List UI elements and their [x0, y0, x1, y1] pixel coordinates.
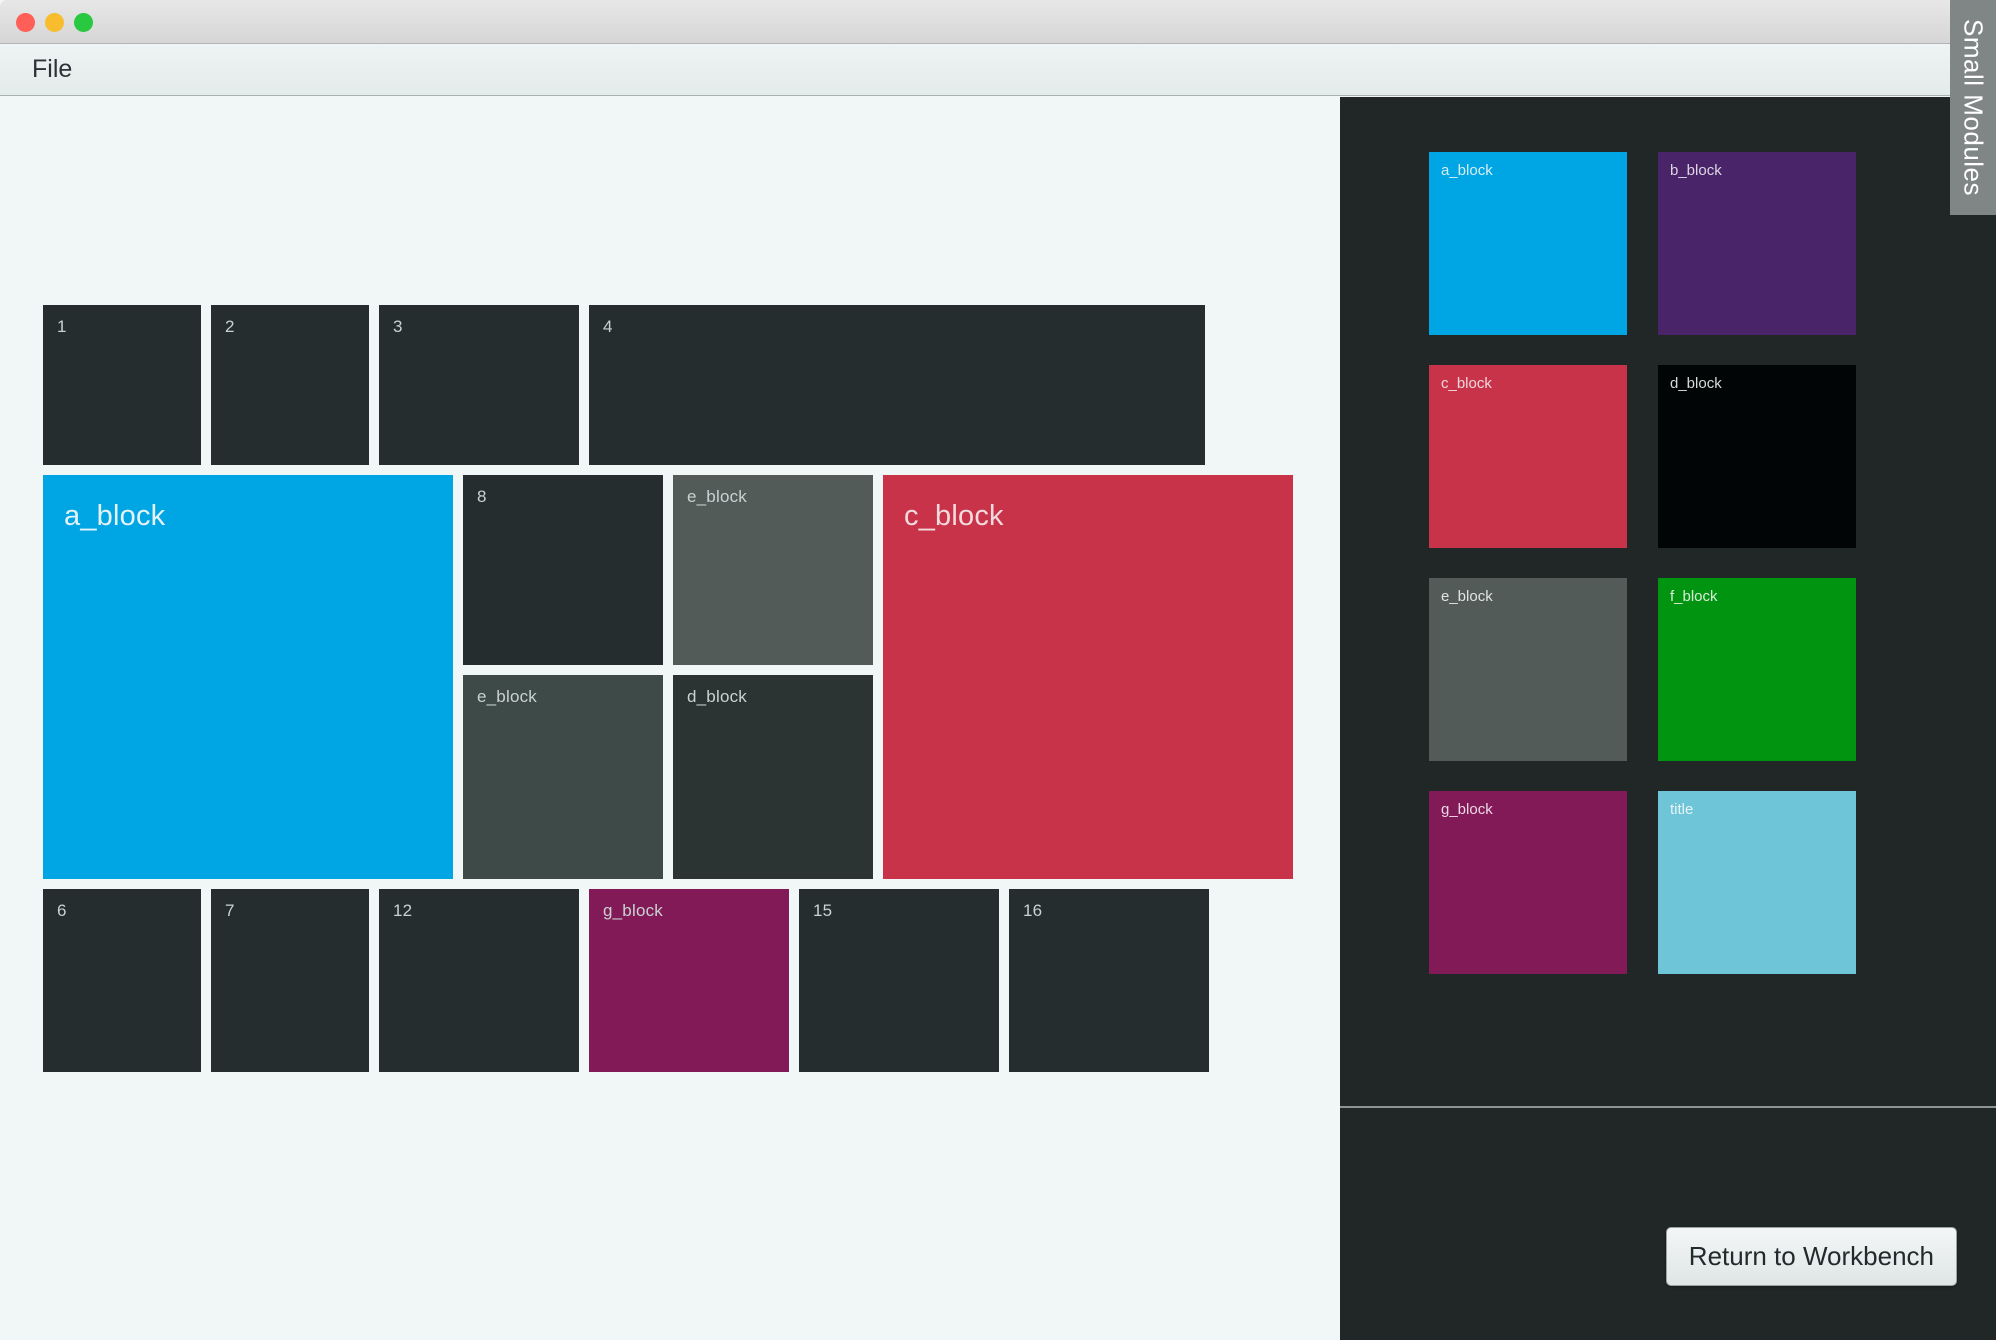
canvas-block-label: 8	[477, 487, 487, 506]
canvas-block-e_block[interactable]: e_block	[673, 475, 873, 665]
module-tile-label: c_block	[1441, 375, 1492, 392]
canvas-block-label: d_block	[687, 687, 747, 706]
module-tile-b_block[interactable]: b_block	[1658, 152, 1856, 335]
module-tile-f_block[interactable]: f_block	[1658, 578, 1856, 761]
canvas-block-g_block[interactable]: g_block	[589, 889, 789, 1072]
block-row: 6 7 12 g_block 15 16	[43, 889, 1295, 1072]
canvas-block-1[interactable]: 1	[43, 305, 201, 465]
block-grid: 1 2 3 4 a_block 8 e_block e_block d_block c_block…	[43, 305, 1295, 1082]
canvas-block-e_block[interactable]: e_block	[463, 675, 663, 879]
canvas-block-label: c_block	[904, 500, 1004, 532]
canvas-block-15[interactable]: 15	[799, 889, 999, 1072]
block-stack: 8 e_block	[463, 475, 663, 879]
module-tile-g_block[interactable]: g_block	[1429, 791, 1627, 974]
layout-canvas[interactable]: 1 2 3 4 a_block 8 e_block e_block d_block c_block…	[0, 97, 1340, 1340]
canvas-block-label: a_block	[64, 500, 166, 532]
canvas-block-label: 2	[225, 317, 235, 336]
menubar: File	[0, 44, 1996, 96]
canvas-block-16[interactable]: 16	[1009, 889, 1209, 1072]
canvas-block-label: 7	[225, 901, 235, 920]
modules-grid: a_block b_block c_block d_block e_block f_blo…	[1429, 152, 1856, 974]
canvas-block-label: g_block	[603, 901, 663, 920]
canvas-block-label: 16	[1023, 901, 1043, 920]
canvas-block-4[interactable]: 4	[589, 305, 1205, 465]
canvas-block-a_block[interactable]: a_block	[43, 475, 453, 879]
canvas-block-label: 12	[393, 901, 413, 920]
block-stack: e_block d_block	[673, 475, 873, 879]
module-tile-label: e_block	[1441, 588, 1493, 605]
side-tab-small-modules[interactable]: Small Modules	[1950, 0, 1996, 215]
close-window-icon[interactable]	[16, 13, 35, 32]
app-window: File 1 2 3 4 a_block 8 e_block e_block d_block c_…	[0, 0, 1996, 1340]
side-tab-label: Small Modules	[1958, 18, 1989, 196]
module-tile-e_block[interactable]: e_block	[1429, 578, 1627, 761]
block-row: 1 2 3 4	[43, 305, 1295, 465]
module-tile-label: a_block	[1441, 162, 1493, 179]
canvas-block-c_block[interactable]: c_block	[883, 475, 1293, 879]
canvas-block-label: 3	[393, 317, 403, 336]
minimize-window-icon[interactable]	[45, 13, 64, 32]
canvas-block-label: 15	[813, 901, 833, 920]
menu-item-file[interactable]: File	[16, 51, 88, 88]
canvas-block-label: 4	[603, 317, 613, 336]
block-row: a_block 8 e_block e_block d_block c_block	[43, 475, 1295, 879]
canvas-block-2[interactable]: 2	[211, 305, 369, 465]
module-tile-label: b_block	[1670, 162, 1722, 179]
module-tile-label: g_block	[1441, 801, 1493, 818]
module-tile-title[interactable]: title	[1658, 791, 1856, 974]
canvas-block-d_block[interactable]: d_block	[673, 675, 873, 879]
module-tile-a_block[interactable]: a_block	[1429, 152, 1627, 335]
module-tile-label: title	[1670, 801, 1694, 818]
window-titlebar	[0, 0, 1996, 44]
module-tile-label: d_block	[1670, 375, 1722, 392]
traffic-lights	[16, 13, 93, 32]
canvas-block-8[interactable]: 8	[463, 475, 663, 665]
module-tile-label: f_block	[1670, 588, 1718, 605]
side-panel: a_block b_block c_block d_block e_block f_blo…	[1340, 97, 1996, 1340]
canvas-block-7[interactable]: 7	[211, 889, 369, 1072]
canvas-block-label: 1	[57, 317, 67, 336]
canvas-block-6[interactable]: 6	[43, 889, 201, 1072]
return-to-workbench-button[interactable]: Return to Workbench	[1665, 1227, 1957, 1286]
small-modules-panel: a_block b_block c_block d_block e_block f_blo…	[1340, 97, 1950, 1106]
canvas-block-label: e_block	[477, 687, 537, 706]
canvas-block-label: e_block	[687, 487, 747, 506]
module-tile-d_block[interactable]: d_block	[1658, 365, 1856, 548]
bottom-panel: Return to Workbench	[1340, 1108, 1996, 1340]
zoom-window-icon[interactable]	[74, 13, 93, 32]
canvas-block-3[interactable]: 3	[379, 305, 579, 465]
canvas-block-12[interactable]: 12	[379, 889, 579, 1072]
module-tile-c_block[interactable]: c_block	[1429, 365, 1627, 548]
canvas-block-label: 6	[57, 901, 67, 920]
